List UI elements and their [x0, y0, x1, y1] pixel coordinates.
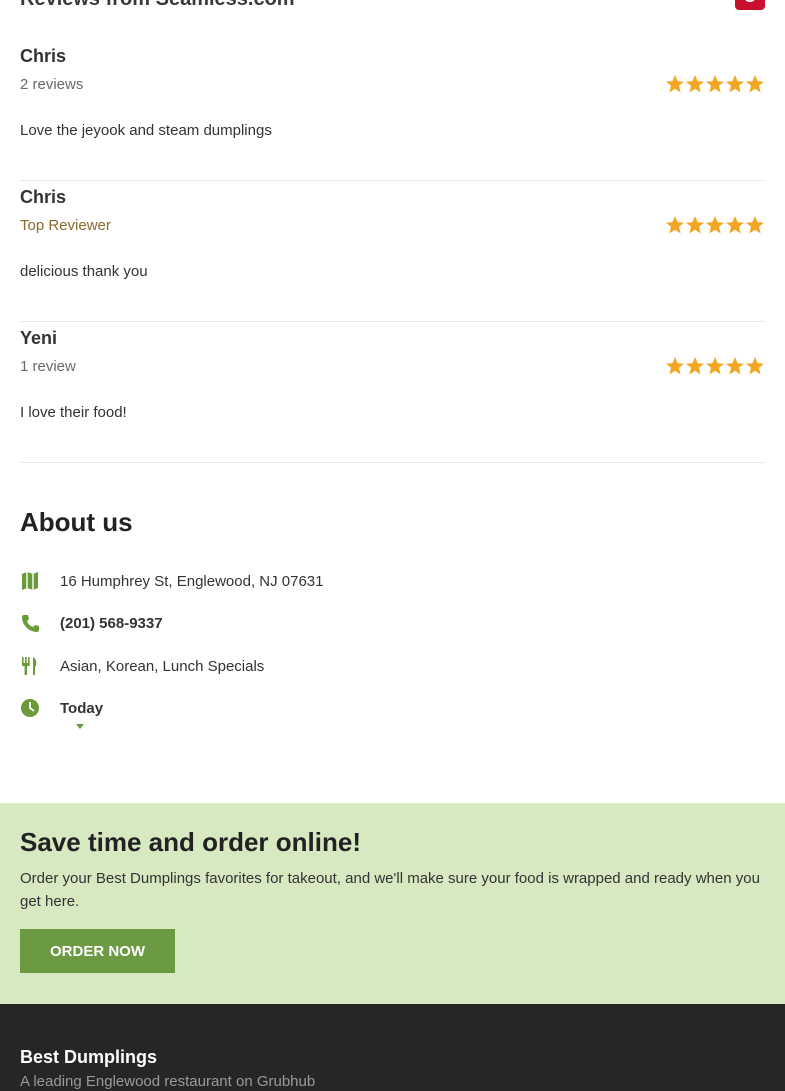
star-icon [686, 357, 704, 375]
phone-icon [22, 615, 39, 632]
review-item: Chris Top Reviewer delicious thank you [20, 181, 765, 322]
hours-label[interactable]: Today [60, 700, 103, 717]
address-row[interactable]: 16 Humphrey St, Englewood, NJ 07631 [20, 571, 765, 595]
chevron-down-icon[interactable] [76, 724, 84, 729]
star-rating [665, 356, 765, 376]
reviewer-meta: 2 reviews [20, 76, 84, 93]
reviews-section-title: Reviews from Seamless.com [20, 0, 295, 11]
reviewer-meta: 1 review [20, 358, 76, 375]
star-icon [706, 357, 724, 375]
reviewer-name: Chris [20, 46, 67, 66]
reviewer-name: Chris [20, 187, 67, 207]
reviewer-name: Yeni [20, 328, 58, 348]
star-icon [746, 357, 764, 375]
star-icon [726, 75, 744, 93]
star-icon [666, 216, 684, 234]
reviewer-meta: Top Reviewer [20, 217, 111, 234]
map-icon [22, 572, 38, 590]
promo-title: Save time and order online! [20, 827, 361, 857]
phone-row[interactable]: (201) 568-9337 [20, 613, 765, 637]
star-icon [726, 357, 744, 375]
footer-title: Best Dumplings [20, 1047, 158, 1067]
star-icon [706, 216, 724, 234]
seamless-logo: S [735, 0, 765, 10]
promo-text: Order your Best Dumplings favorites for … [20, 870, 760, 910]
review-item: Chris 2 reviews Love the jeyook and stea… [20, 40, 765, 181]
star-icon [706, 75, 724, 93]
star-icon [666, 75, 684, 93]
star-icon [746, 216, 764, 234]
star-rating [665, 215, 765, 235]
star-icon [686, 75, 704, 93]
clock-icon [21, 699, 39, 717]
review-text: delicious thank you [20, 263, 148, 280]
utensils-icon [22, 657, 37, 675]
phone-number[interactable]: (201) 568-9337 [60, 615, 163, 632]
review-text: Love the jeyook and steam dumplings [20, 122, 272, 139]
star-icon [686, 216, 704, 234]
review-item: Yeni 1 review I love their food! [20, 322, 765, 463]
order-online-promo: Save time and order online! Order your B… [0, 803, 785, 1004]
review-text: I love their food! [20, 404, 127, 421]
footer: Best Dumplings A leading Englewood resta… [0, 1004, 785, 1091]
cuisine-text: Asian, Korean, Lunch Specials [60, 658, 265, 675]
footer-subtitle: A leading Englewood restaurant on Grubhu… [20, 1073, 316, 1090]
reviews-header: Reviews from Seamless.com S [20, 0, 765, 12]
star-icon [746, 75, 764, 93]
address-text: 16 Humphrey St, Englewood, NJ 07631 [60, 573, 324, 590]
about-title: About us [20, 507, 133, 537]
hours-row[interactable]: Today [20, 698, 765, 738]
cuisine-row: Asian, Korean, Lunch Specials [20, 656, 765, 680]
order-now-button[interactable]: ORDER NOW [20, 929, 175, 973]
star-rating [665, 74, 765, 94]
star-icon [666, 357, 684, 375]
star-icon [726, 216, 744, 234]
